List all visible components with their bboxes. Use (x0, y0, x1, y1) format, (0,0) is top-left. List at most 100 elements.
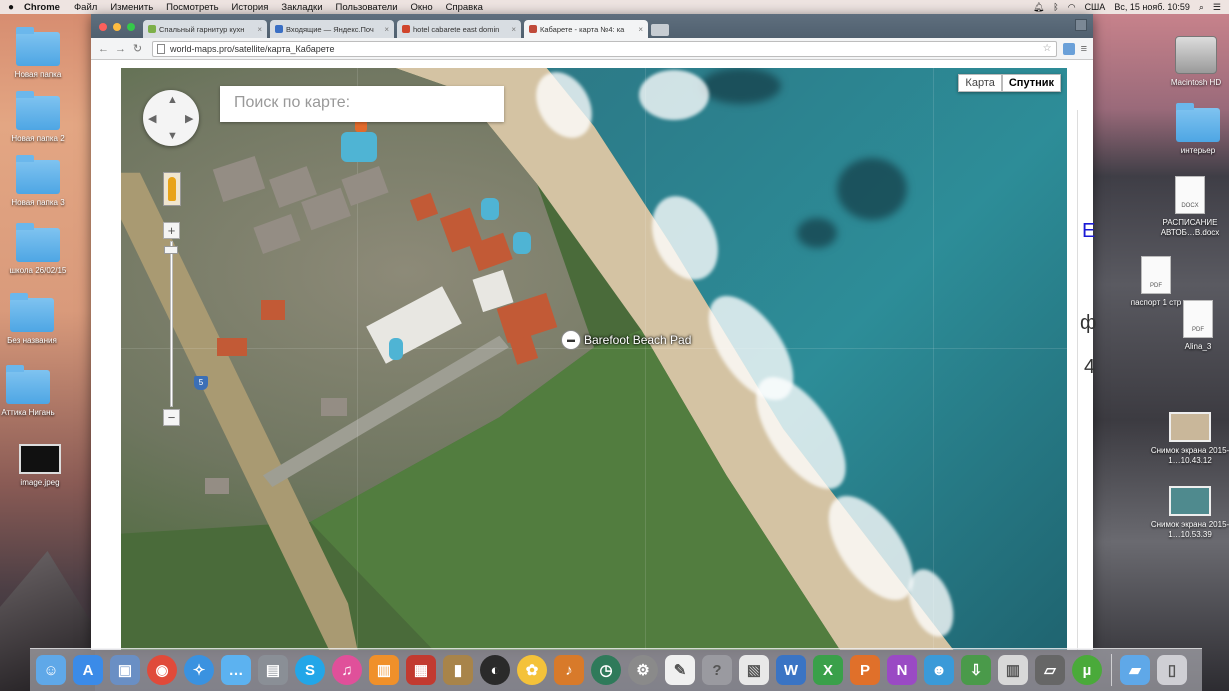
preview-icon[interactable]: ▣ (110, 655, 140, 685)
fullscreen-icon[interactable] (1075, 19, 1087, 31)
calendar-icon[interactable]: ▧ (739, 655, 769, 685)
menu-bookmarks[interactable]: Закладки (281, 2, 322, 13)
menu-people[interactable]: Пользователи (336, 2, 398, 13)
desktop-item-label: интерьер (1180, 146, 1216, 155)
new-tab-button[interactable] (651, 24, 669, 36)
reload-icon[interactable]: ↻ (131, 42, 144, 55)
bookmark-star-icon[interactable]: ☆ (1043, 43, 1052, 54)
desktop-screenshot-file[interactable]: Снимок экрана 2015-1…10.53.39 (1148, 486, 1229, 540)
clock[interactable]: Вс, 15 нояб. 10:59 (1114, 2, 1190, 12)
browser-tab[interactable]: hotel cabarete east domin × (397, 20, 521, 38)
word-icon[interactable]: W (776, 655, 806, 685)
notification-center-icon[interactable]: ☰ (1213, 2, 1221, 13)
menu-file[interactable]: Файл (74, 2, 97, 13)
menu-help[interactable]: Справка (446, 2, 483, 13)
pan-left-icon[interactable]: ◀ (148, 112, 156, 125)
satellite-map[interactable]: Поиск по карте: ▲ ▼ ◀ ▶ + − 5 ▬ Barefoot… (121, 68, 1067, 650)
trash-icon[interactable]: ▯ (1157, 655, 1187, 685)
chrome-icon[interactable]: ◉ (147, 655, 177, 685)
skype-icon[interactable]: S (295, 655, 325, 685)
applications-folder-icon[interactable]: ▰ (1120, 655, 1150, 685)
tab-title: hotel cabarete east domin (413, 24, 500, 34)
spotlight-icon[interactable]: ⌕ (1199, 2, 1204, 13)
close-tab-icon[interactable]: × (638, 25, 643, 34)
close-tab-icon[interactable]: × (511, 25, 516, 34)
bluetooth-icon[interactable]: ᛒ (1053, 2, 1058, 12)
safari-icon[interactable]: ✧ (184, 655, 214, 685)
apple-menu-icon[interactable]: ● (8, 2, 14, 13)
wifi-icon[interactable]: ◠ (1068, 2, 1076, 13)
close-tab-icon[interactable]: × (257, 25, 262, 34)
place-marker[interactable]: ▬ Barefoot Beach Pad (561, 330, 691, 350)
messages-icon[interactable]: … (221, 655, 251, 685)
menu-edit[interactable]: Изменить (110, 2, 153, 13)
address-bar[interactable]: world-maps.pro/satellite/карта_Кабарете … (152, 40, 1057, 57)
page-side-content: Е ф 4 (1077, 110, 1096, 650)
desktop-folder[interactable]: Без названия (0, 293, 74, 346)
desktop-folder[interactable]: школа 26/02/15 (0, 223, 80, 276)
contacts-icon[interactable]: ☻ (924, 655, 954, 685)
powerpoint-icon[interactable]: P (850, 655, 880, 685)
photos-icon[interactable]: ✿ (517, 655, 547, 685)
library-icon[interactable]: ▥ (998, 655, 1028, 685)
finder-icon[interactable]: ☺ (36, 655, 66, 685)
close-window-button[interactable] (99, 23, 107, 31)
forward-icon[interactable]: → (114, 43, 127, 55)
desktop-image-file[interactable]: image.jpeg (0, 444, 82, 488)
menu-history[interactable]: История (232, 2, 269, 13)
zoom-window-button[interactable] (127, 23, 135, 31)
map-type-satellite-button[interactable]: Спутник (1001, 74, 1061, 92)
page-info-icon[interactable] (157, 43, 165, 54)
textedit-icon[interactable]: ✎ (665, 655, 695, 685)
extension-icon[interactable] (1062, 42, 1075, 55)
desktop-folder[interactable]: интерьер (1156, 103, 1229, 156)
input-source[interactable]: США (1085, 2, 1106, 12)
app-store-icon[interactable]: A (73, 655, 103, 685)
browser-tab[interactable]: Входящие — Яндекс.Поч × (270, 20, 394, 38)
desktop-folder[interactable]: Новая папка 2 (0, 91, 80, 144)
minimize-window-button[interactable] (113, 23, 121, 31)
time-machine-icon[interactable]: ◷ (591, 655, 621, 685)
scanner-icon[interactable]: ▱ (1035, 655, 1065, 685)
system-preferences-icon[interactable]: ⚙ (628, 655, 658, 685)
menu-view[interactable]: Посмотреть (166, 2, 218, 13)
excel-icon[interactable]: X (813, 655, 843, 685)
pan-down-icon[interactable]: ▼ (167, 130, 178, 142)
street-view-pegman-icon[interactable] (163, 172, 181, 206)
itunes-icon[interactable]: ♫ (332, 655, 362, 685)
zoom-in-button[interactable]: + (163, 222, 180, 239)
pan-right-icon[interactable]: ▶ (185, 112, 193, 125)
utorrent-icon[interactable]: µ (1072, 655, 1102, 685)
onenote-icon[interactable]: N (887, 655, 917, 685)
downloads-globe-icon[interactable]: ⇩ (961, 655, 991, 685)
browser-tab-active[interactable]: Кабарете - карта №4: ка × (524, 20, 648, 38)
back-icon[interactable]: ← (97, 43, 110, 55)
browser-tab[interactable]: Спальный гарнитур кухн × (143, 20, 267, 38)
dashboard-icon[interactable]: ◐ (480, 655, 510, 685)
ibooks-icon[interactable]: ▥ (369, 655, 399, 685)
menu-window[interactable]: Окно (411, 2, 433, 13)
map-search-input[interactable]: Поиск по карте: (220, 86, 504, 122)
pan-up-icon[interactable]: ▲ (167, 94, 178, 106)
notes-icon[interactable]: ▮ (443, 655, 473, 685)
desktop-folder[interactable]: Новая папка (0, 27, 80, 80)
browser-menu-icon[interactable]: ≡ (1081, 43, 1087, 55)
desktop-hard-drive[interactable]: Macintosh HD (1154, 36, 1229, 88)
photo-booth-icon[interactable]: ▦ (406, 655, 436, 685)
desktop-folder[interactable]: Аттика Нигань (0, 365, 70, 418)
notification-bell-icon[interactable]: 🔔︎ (1033, 2, 1044, 13)
image-capture-icon[interactable]: ▤ (258, 655, 288, 685)
desktop-folder[interactable]: Новая папка 3 (0, 155, 80, 208)
pan-control[interactable]: ▲ ▼ ◀ ▶ (143, 90, 199, 146)
garageband-icon[interactable]: ♪ (554, 655, 584, 685)
help-icon[interactable]: ? (702, 655, 732, 685)
app-menu[interactable]: Chrome (24, 2, 60, 13)
zoom-slider-handle[interactable] (164, 246, 178, 254)
desktop-screenshot-file[interactable]: Снимок экрана 2015-1…10.43.12 (1148, 412, 1229, 466)
desktop-document[interactable]: PDF Alina_3 (1156, 300, 1229, 352)
desktop-document[interactable]: DOCX РАСПИСАНИЕ АВТОБ…В.docx (1148, 176, 1229, 238)
zoom-slider[interactable] (164, 241, 178, 407)
map-type-map-button[interactable]: Карта (958, 74, 1002, 92)
zoom-out-button[interactable]: − (163, 409, 180, 426)
close-tab-icon[interactable]: × (384, 25, 389, 34)
